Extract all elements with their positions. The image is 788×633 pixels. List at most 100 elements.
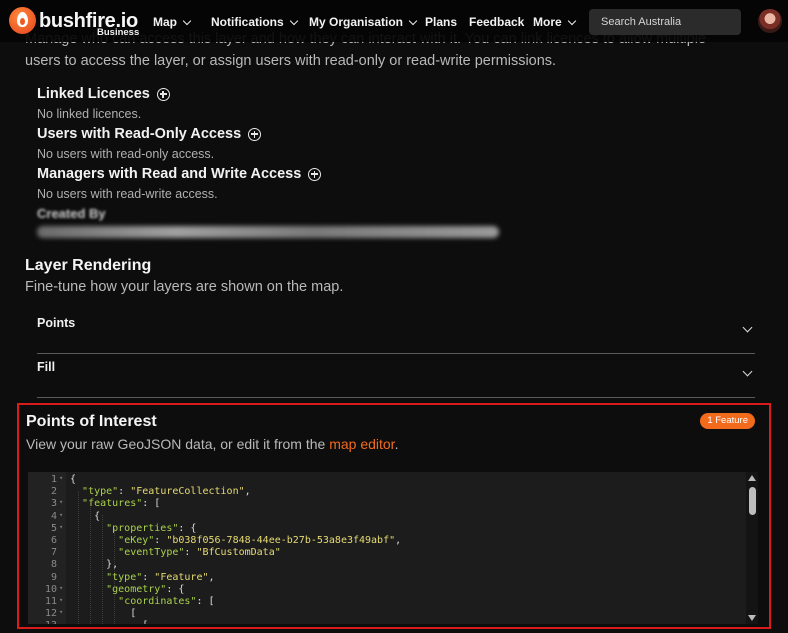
created-by-label: Created By bbox=[37, 206, 106, 221]
page-content: Manage who can access this layer and how… bbox=[0, 0, 788, 633]
fold-arrow-icon[interactable]: ▾ bbox=[59, 523, 63, 531]
line-number: 3 bbox=[50, 498, 57, 510]
code-line: 7 "eventType": "BfCustomData" bbox=[28, 547, 748, 559]
top-navigation-bar: bushfire.io Business Map Notifications M… bbox=[0, 0, 788, 42]
add-licence-icon[interactable] bbox=[156, 87, 170, 101]
nav-map-label: Map bbox=[153, 15, 177, 29]
nav-map[interactable]: Map bbox=[153, 15, 192, 29]
read-only-block: Users with Read-Only Access No users wit… bbox=[37, 126, 262, 161]
read-write-block: Managers with Read and Write Access No u… bbox=[37, 166, 322, 201]
code-text: { bbox=[70, 474, 77, 485]
line-number: 13 bbox=[28, 620, 57, 624]
scroll-up-arrow-icon[interactable] bbox=[748, 475, 756, 481]
nav-plans[interactable]: Plans bbox=[425, 15, 457, 29]
code-line: 3 ▾ "features": [ bbox=[28, 498, 748, 510]
line-number: 11 bbox=[44, 596, 57, 607]
nav-feedback[interactable]: Feedback bbox=[469, 15, 524, 29]
fold-arrow-icon[interactable]: ▾ bbox=[59, 511, 63, 519]
code-text: "eventType": "BfCustomData" bbox=[118, 547, 281, 559]
code-text: "coordinates": [ bbox=[118, 596, 215, 607]
chevron-down-icon bbox=[742, 322, 753, 333]
nav-plans-label: Plans bbox=[425, 15, 458, 29]
code-line: 11 ▾ "coordinates": [ bbox=[28, 596, 748, 608]
fold-arrow-icon[interactable]: ▾ bbox=[59, 596, 63, 604]
code-line: 1 ▾ { bbox=[28, 474, 748, 486]
chevron-down-icon bbox=[289, 16, 298, 25]
code-text: "eKey": "b038f056-7848-44ee-b27b-53a8e3f… bbox=[118, 535, 402, 546]
code-text: "type": "FeatureCollection", bbox=[82, 486, 251, 498]
flame-logo-icon bbox=[9, 7, 36, 34]
nav-notifications[interactable]: Notifications bbox=[211, 15, 298, 29]
poi-subtitle-text: View your raw GeoJSON data, or edit it f… bbox=[26, 436, 330, 452]
line-number: 2 bbox=[50, 486, 57, 498]
user-avatar[interactable] bbox=[758, 9, 782, 33]
line-number: 8 bbox=[50, 559, 57, 571]
code-line: 5 ▾ "properties": { bbox=[28, 523, 748, 535]
fold-arrow-icon[interactable]: ▾ bbox=[59, 498, 63, 506]
redacted-creator bbox=[37, 226, 499, 238]
accordion-points[interactable]: Points bbox=[37, 310, 755, 354]
line-number: 5 bbox=[50, 522, 57, 534]
poi-subtitle: View your raw GeoJSON data, or edit it f… bbox=[26, 436, 398, 452]
accordion-fill[interactable]: Fill bbox=[37, 354, 755, 398]
code-text: [ bbox=[70, 608, 137, 620]
fold-arrow-icon[interactable]: ▾ bbox=[59, 584, 63, 592]
code-line: 12 ▾ [ bbox=[28, 608, 748, 620]
code-line: 13 [ bbox=[28, 620, 748, 624]
chevron-down-icon bbox=[182, 16, 192, 25]
add-read-only-user-icon[interactable] bbox=[248, 127, 262, 141]
line-number: 10 bbox=[44, 583, 57, 595]
read-write-empty: No users with read-write access. bbox=[37, 187, 218, 201]
layer-rendering-title: Layer Rendering bbox=[25, 257, 152, 274]
nav-my-organisation[interactable]: My Organisation bbox=[309, 15, 418, 29]
code-line: 9 "type": "Feature", bbox=[28, 572, 748, 584]
chevron-down-icon bbox=[408, 16, 418, 25]
code-text: "properties": { bbox=[106, 522, 197, 534]
code-line: 10 ▾ "geometry": { bbox=[28, 584, 748, 596]
fold-arrow-icon[interactable]: ▾ bbox=[59, 608, 63, 616]
code-text: "geometry": { bbox=[106, 583, 185, 595]
map-editor-link[interactable]: map editor bbox=[329, 436, 394, 452]
linked-licences-block: Linked Licences No linked licences. bbox=[37, 86, 170, 121]
scroll-down-arrow-icon[interactable] bbox=[748, 615, 756, 621]
line-number: 4 bbox=[50, 510, 57, 522]
read-only-title: Users with Read-Only Access bbox=[37, 126, 242, 142]
code-line: 6 "eKey": "b038f056-7848-44ee-b27b-53a8e… bbox=[28, 535, 748, 547]
code-text: }, bbox=[70, 559, 119, 571]
points-of-interest-panel: Points of Interest 1 Feature View your r… bbox=[17, 403, 771, 629]
logo-subtitle: Business bbox=[97, 27, 140, 38]
read-write-title: Managers with Read and Write Access bbox=[37, 166, 302, 182]
feature-count-badge: 1 Feature bbox=[700, 413, 755, 429]
linked-licences-empty: No linked licences. bbox=[37, 107, 142, 121]
layer-rendering-subtitle: Fine-tune how your layers are shown on t… bbox=[25, 279, 344, 295]
line-number: 12 bbox=[44, 608, 57, 620]
chevron-down-icon bbox=[742, 366, 753, 377]
scrollbar-thumb[interactable] bbox=[749, 487, 756, 515]
code-line: 8 }, bbox=[28, 559, 748, 571]
linked-licences-title: Linked Licences bbox=[37, 86, 150, 102]
add-manager-icon[interactable] bbox=[308, 167, 322, 181]
search-input[interactable] bbox=[589, 9, 741, 35]
geojson-code-editor[interactable]: 1 ▾{2 "type": "FeatureCollection", 3 ▾ "fea… bbox=[28, 472, 758, 624]
nav-notifications-label: Notifications bbox=[211, 15, 284, 29]
code-line: 4 ▾ { bbox=[28, 511, 748, 523]
code-text: "features": [ bbox=[82, 498, 161, 510]
nav-more[interactable]: More bbox=[533, 15, 576, 29]
chevron-down-icon bbox=[567, 16, 576, 25]
poi-title: Points of Interest bbox=[26, 413, 157, 430]
read-only-empty: No users with read-only access. bbox=[37, 147, 215, 161]
line-number: 9 bbox=[50, 571, 57, 583]
accordion-points-label: Points bbox=[37, 316, 76, 330]
line-number: 7 bbox=[50, 547, 57, 559]
line-number: 1 bbox=[50, 474, 57, 485]
line-number: 6 bbox=[50, 535, 57, 546]
code-text: [ bbox=[70, 620, 148, 624]
nav-my-organisation-label: My Organisation bbox=[309, 15, 404, 29]
nav-more-label: More bbox=[533, 15, 562, 29]
poi-subtitle-end: . bbox=[394, 436, 399, 452]
nav-feedback-label: Feedback bbox=[469, 15, 525, 29]
code-text: "type": "Feature", bbox=[106, 571, 215, 583]
fold-arrow-icon[interactable]: ▾ bbox=[59, 474, 63, 482]
code-line: 2 "type": "FeatureCollection", bbox=[28, 486, 748, 498]
code-text: { bbox=[70, 510, 101, 522]
